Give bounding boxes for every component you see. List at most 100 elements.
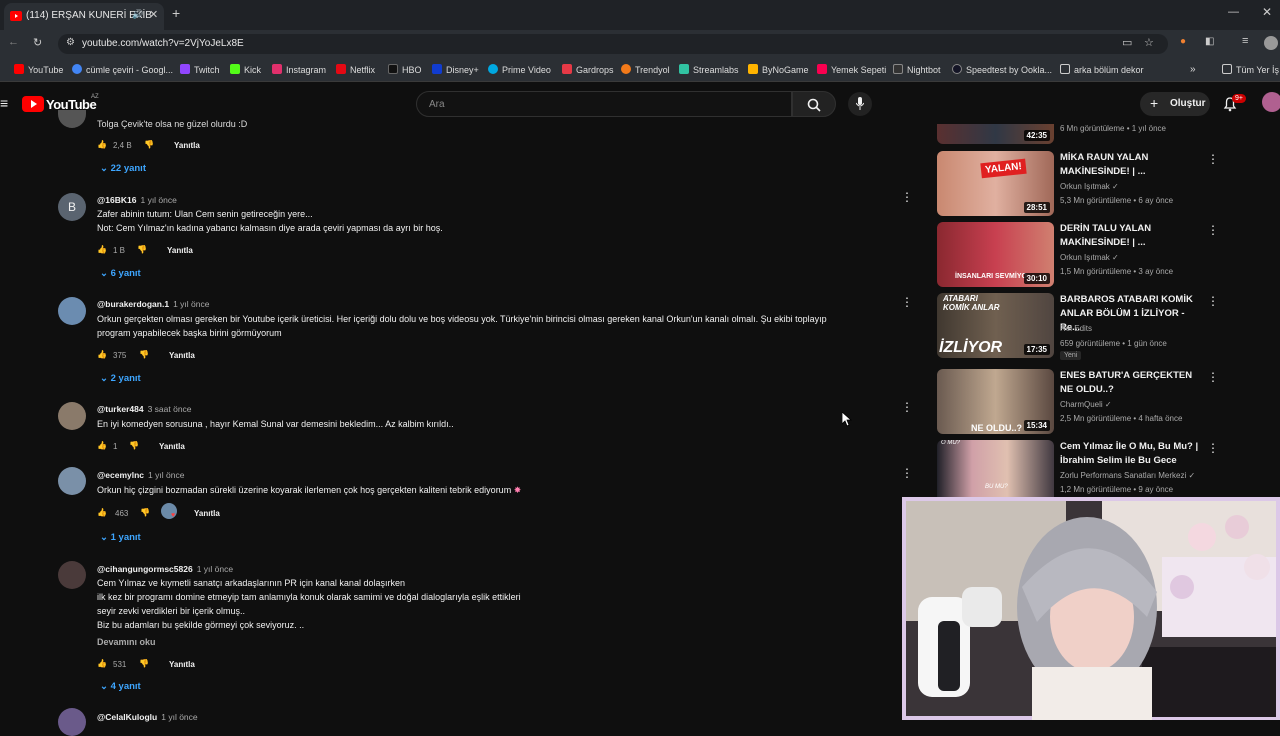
new-tab-icon[interactable]: + (172, 5, 180, 21)
avatar[interactable]: B (58, 193, 86, 221)
avatar[interactable] (58, 402, 86, 430)
comment-menu-icon[interactable]: ⋮ (901, 295, 913, 309)
reply-button[interactable]: Yanıtla (159, 442, 185, 451)
comment-author[interactable]: @turker484 3 saat önce (97, 404, 192, 414)
all-bookmarks-folder[interactable]: Tüm Yer İş (1222, 64, 1279, 75)
voice-search-button[interactable] (848, 92, 872, 116)
like-icon[interactable]: 👍 (97, 140, 107, 149)
video-thumbnail[interactable]: YALAN! 28:51 (937, 151, 1054, 216)
url-text[interactable]: youtube.com/watch?v=2VjYoJeLx8E (82, 38, 244, 49)
youtube-logo-icon[interactable] (22, 96, 44, 112)
reply-button[interactable]: Yanıtla (194, 509, 220, 518)
bookmark-star-icon[interactable]: ☆ (1144, 36, 1154, 49)
comment-menu-icon[interactable]: ⋮ (901, 466, 913, 480)
close-tab-icon[interactable]: ✕ (149, 8, 158, 21)
extension-icon[interactable]: ● (1180, 36, 1186, 47)
reply-button[interactable]: Yanıtla (167, 246, 193, 255)
dislike-icon[interactable]: 👎 (140, 508, 150, 517)
bookmarks-overflow-icon[interactable]: » (1190, 64, 1196, 75)
close-window-icon[interactable]: ✕ (1262, 5, 1272, 19)
bookmark-folder[interactable]: arka bölüm dekor (1060, 64, 1144, 75)
bookmark-item[interactable]: Speedtest by Ookla... (952, 64, 1052, 75)
search-button[interactable] (792, 91, 836, 117)
channel-name[interactable]: Zorlu Performans Sanatları Merkezi ✓ (1060, 471, 1195, 480)
comment-author[interactable]: @16BK16 1 yıl önce (97, 195, 177, 205)
create-button[interactable]: + Oluştur (1140, 92, 1210, 116)
dislike-icon[interactable]: 👎 (139, 659, 149, 668)
avatar[interactable] (58, 297, 86, 325)
menu-icon[interactable]: ≡ (1242, 35, 1248, 47)
video-menu-icon[interactable]: ⋮ (1207, 294, 1219, 308)
url-box[interactable]: ⚙ youtube.com/watch?v=2VjYoJeLx8E ▭ ☆ (58, 34, 1168, 54)
bookmark-item[interactable]: Gardrops (562, 64, 614, 75)
like-icon[interactable]: 👍 (97, 245, 107, 254)
reply-button[interactable]: Yanıtla (174, 141, 200, 150)
bookmark-item[interactable]: YouTube (14, 64, 63, 75)
extensions-puzzle-icon[interactable]: ◧ (1205, 36, 1214, 47)
comment-menu-icon[interactable]: ⋮ (901, 190, 913, 204)
show-replies-button[interactable]: ⌄ 22 yanıt (100, 163, 146, 174)
bookmark-item[interactable]: cümle çeviri - Googl... (72, 64, 173, 75)
avatar[interactable] (58, 708, 86, 736)
reply-button[interactable]: Yanıtla (169, 351, 195, 360)
like-icon[interactable]: 👍 (97, 441, 107, 450)
avatar[interactable] (58, 561, 86, 589)
bookmark-item[interactable]: Kick (230, 64, 261, 75)
bookmark-item[interactable]: Trendyol (621, 64, 670, 75)
profile-avatar[interactable] (1264, 36, 1278, 50)
bookmark-item[interactable]: Prime Video (488, 64, 551, 75)
video-menu-icon[interactable]: ⋮ (1207, 370, 1219, 384)
site-info-icon[interactable]: ⚙ (66, 37, 75, 48)
video-menu-icon[interactable]: ⋮ (1207, 223, 1219, 237)
cast-icon[interactable]: ▭ (1122, 36, 1132, 49)
account-avatar[interactable] (1262, 92, 1280, 112)
video-thumbnail[interactable]: 42:35 (937, 124, 1054, 144)
show-replies-button[interactable]: ⌄ 2 yanıt (100, 373, 141, 384)
dislike-icon[interactable]: 👎 (137, 245, 147, 254)
bookmark-item[interactable]: Disney+ (432, 64, 479, 75)
like-icon[interactable]: 👍 (97, 659, 107, 668)
video-thumbnail[interactable]: NE OLDU..? 15:34 (937, 369, 1054, 434)
channel-name[interactable]: Orkun Işıtmak ✓ (1060, 253, 1119, 262)
show-replies-button[interactable]: ⌄ 6 yanıt (100, 268, 141, 279)
video-title[interactable]: DERİN TALU YALAN MAKİNESİNDE! | ... (1060, 222, 1205, 250)
bookmark-item[interactable]: Instagram (272, 64, 326, 75)
like-icon[interactable]: 👍 (97, 508, 107, 517)
bookmark-item[interactable]: HBO (388, 64, 422, 75)
reply-button[interactable]: Yanıtla (169, 660, 195, 669)
channel-name[interactable]: Orkun Işıtmak ✓ (1060, 182, 1119, 191)
read-more-link[interactable]: Devamını oku (97, 637, 156, 647)
video-title[interactable]: MİKA RAUN YALAN MAKİNESİNDE! | ... (1060, 151, 1205, 179)
bookmark-item[interactable]: Nightbot (893, 64, 941, 75)
speaker-icon[interactable]: 🔊 (132, 9, 143, 20)
video-title[interactable]: Cem Yılmaz İle O Mu, Bu Mu? | İbrahim Se… (1060, 440, 1205, 468)
comment-author[interactable]: @CelalKuloglu 1 yıl önce (97, 712, 198, 722)
video-thumbnail[interactable]: İNSANLARI SEVMİYO 30:10 (937, 222, 1054, 287)
dislike-icon[interactable]: 👎 (144, 140, 154, 149)
hamburger-icon[interactable]: ≡ (0, 95, 8, 111)
browser-tab[interactable]: (114) ERŞAN KUNERİ EKİB 🔊 ✕ (4, 3, 164, 30)
bookmark-item[interactable]: Netflix (336, 64, 375, 75)
minimize-icon[interactable]: — (1228, 6, 1239, 18)
comment-author[interactable]: @cihangungormsc5826 1 yıl önce (97, 564, 233, 574)
back-icon[interactable]: ← (8, 36, 19, 48)
like-icon[interactable]: 👍 (97, 350, 107, 359)
video-thumbnail[interactable]: O MU? BU MU? (937, 440, 1054, 497)
dislike-icon[interactable]: 👎 (139, 350, 149, 359)
reload-icon[interactable]: ↻ (33, 36, 42, 49)
bookmark-item[interactable]: Twitch (180, 64, 220, 75)
bookmark-item[interactable]: Streamlabs (679, 64, 739, 75)
avatar[interactable] (58, 110, 86, 128)
video-title[interactable]: ENES BATUR'A GERÇEKTEN NE OLDU..? (1060, 369, 1205, 397)
comment-author[interactable]: @burakerdogan.1 1 yıl önce (97, 299, 209, 309)
search-input[interactable]: Ara (416, 91, 792, 117)
video-menu-icon[interactable]: ⋮ (1207, 441, 1219, 455)
video-thumbnail[interactable]: ATABARI KOMİK ANLAR İZLİYOR 17:35 (937, 293, 1054, 358)
channel-name[interactable]: CharmQueli ✓ (1060, 400, 1112, 409)
comment-menu-icon[interactable]: ⋮ (901, 400, 913, 414)
channel-name[interactable]: Rei Edits (1060, 324, 1092, 333)
bookmark-item[interactable]: ByNoGame (748, 64, 809, 75)
dislike-icon[interactable]: 👎 (129, 441, 139, 450)
show-replies-button[interactable]: ⌄ 4 yanıt (100, 681, 141, 692)
avatar[interactable] (58, 467, 86, 495)
